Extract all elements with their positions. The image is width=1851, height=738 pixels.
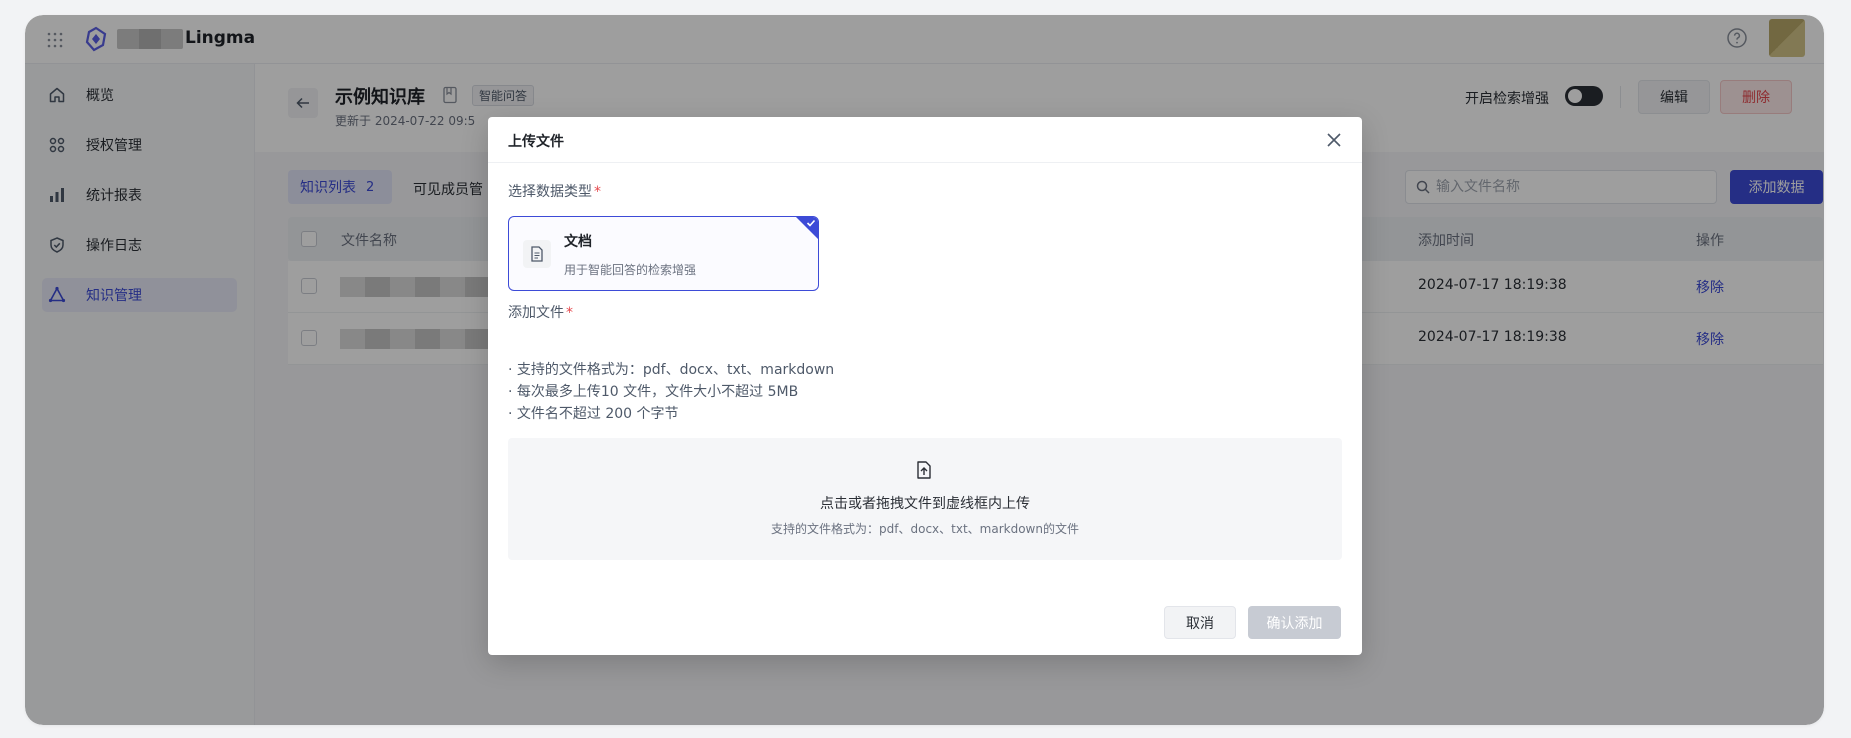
data-type-card-document[interactable]: 文档 用于智能回答的检索增强 (508, 216, 819, 291)
dropzone-main-text: 点击或者拖拽文件到虚线框内上传 (820, 496, 1030, 512)
rule-item: · 支持的文件格式为：pdf、docx、txt、markdown (508, 362, 835, 378)
rule-item: · 每次最多上传10 文件，文件大小不超过 5MB (508, 384, 799, 400)
add-file-label: 添加文件 * (508, 302, 573, 322)
confirm-add-button[interactable]: 确认添加 (1248, 606, 1341, 639)
data-type-label: 选择数据类型 * (508, 181, 601, 201)
dropzone-sub-text: 支持的文件格式为：pdf、docx、txt、markdown的文件 (771, 522, 1079, 536)
required-mark: * (566, 305, 573, 321)
close-button[interactable] (1324, 130, 1344, 150)
upload-rules: · 支持的文件格式为：pdf、docx、txt、markdown · 每次最多上… (508, 359, 834, 425)
data-type-label-text: 选择数据类型 (508, 184, 592, 200)
cancel-button[interactable]: 取消 (1164, 606, 1236, 639)
file-upload-icon (917, 461, 931, 479)
required-mark: * (594, 184, 601, 200)
type-card-description: 用于智能回答的检索增强 (564, 263, 697, 277)
type-card-title: 文档 (564, 234, 592, 250)
check-icon (806, 219, 816, 227)
close-icon (1327, 133, 1341, 147)
document-icon (531, 246, 543, 262)
add-file-label-text: 添加文件 (508, 305, 564, 321)
upload-file-modal: 上传文件 选择数据类型 * 文档 用于智能回答的检索增强 添加文件 * · 支持的文… (488, 117, 1362, 655)
modal-header: 上传文件 (488, 117, 1362, 163)
file-dropzone[interactable]: 点击或者拖拽文件到虚线框内上传 支持的文件格式为：pdf、docx、txt、ma… (508, 438, 1342, 560)
rule-item: · 文件名不超过 200 个字节 (508, 406, 679, 422)
document-icon-box (523, 240, 551, 268)
modal-title: 上传文件 (508, 134, 564, 150)
